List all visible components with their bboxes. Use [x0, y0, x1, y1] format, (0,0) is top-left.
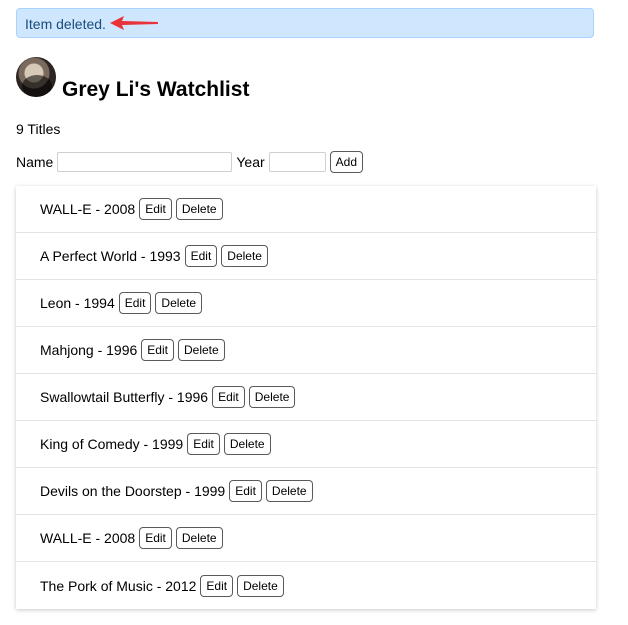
- edit-button[interactable]: Edit: [118, 292, 152, 314]
- edit-button[interactable]: Edit: [141, 339, 174, 361]
- edit-button[interactable]: Edit: [229, 480, 262, 502]
- edit-button[interactable]: Edit: [200, 574, 234, 597]
- delete-button[interactable]: Delete: [175, 527, 223, 549]
- movie-title: Devils on the Doorstep - 1999: [40, 483, 226, 499]
- add-movie-form: Name Year Add: [16, 151, 364, 173]
- avatar: [16, 57, 56, 97]
- movie-title: Leon - 1994: [40, 295, 115, 311]
- list-item: The Pork of Music - 2012 Edit Delete: [16, 562, 596, 609]
- movie-title: Mahjong - 1996: [40, 342, 138, 358]
- page-title: Grey Li's Watchlist: [62, 78, 250, 101]
- edit-button[interactable]: Edit: [212, 386, 245, 408]
- movie-list: WALL-E - 2008 Edit Delete A Perfect Worl…: [16, 186, 596, 609]
- edit-button[interactable]: Edit: [184, 245, 218, 267]
- title-count: 9 Titles: [16, 121, 61, 137]
- list-item: Swallowtail Butterfly - 1996 Edit Delete: [16, 374, 596, 421]
- year-label: Year: [236, 154, 265, 170]
- edit-button[interactable]: Edit: [139, 527, 172, 549]
- year-input[interactable]: [268, 152, 326, 172]
- delete-button[interactable]: Delete: [237, 574, 284, 597]
- delete-button[interactable]: Delete: [223, 433, 271, 455]
- red-arrow-icon: [110, 16, 158, 30]
- avatar-photo-shade: [22, 75, 52, 97]
- list-item: King of Comedy - 1999 Edit Delete: [16, 421, 596, 468]
- flash-message: Item deleted.: [16, 8, 594, 38]
- flash-text: Item deleted.: [25, 16, 106, 32]
- edit-button[interactable]: Edit: [187, 433, 220, 455]
- list-item: Leon - 1994 Edit Delete: [16, 280, 596, 327]
- edit-button[interactable]: Edit: [139, 198, 172, 220]
- list-item: WALL-E - 2008 Edit Delete: [16, 515, 596, 562]
- list-item: Devils on the Doorstep - 1999 Edit Delet…: [16, 468, 596, 515]
- movie-title: Swallowtail Butterfly - 1996: [40, 389, 209, 405]
- movie-title: WALL-E - 2008: [40, 530, 136, 546]
- name-label: Name: [16, 154, 54, 170]
- delete-button[interactable]: Delete: [175, 198, 223, 220]
- delete-button[interactable]: Delete: [155, 292, 203, 314]
- delete-button[interactable]: Delete: [221, 245, 268, 267]
- add-button[interactable]: Add: [329, 151, 364, 173]
- delete-button[interactable]: Delete: [248, 386, 296, 408]
- movie-title: WALL-E - 2008: [40, 201, 136, 217]
- list-item: WALL-E - 2008 Edit Delete: [16, 186, 596, 233]
- movie-title: The Pork of Music - 2012: [40, 577, 197, 594]
- name-input[interactable]: [57, 152, 233, 172]
- delete-button[interactable]: Delete: [177, 339, 225, 361]
- movie-title: King of Comedy - 1999: [40, 436, 184, 452]
- list-item: A Perfect World - 1993 Edit Delete: [16, 233, 596, 280]
- movie-title: A Perfect World - 1993: [40, 248, 181, 264]
- list-item: Mahjong - 1996 Edit Delete: [16, 327, 596, 374]
- delete-button[interactable]: Delete: [265, 480, 313, 502]
